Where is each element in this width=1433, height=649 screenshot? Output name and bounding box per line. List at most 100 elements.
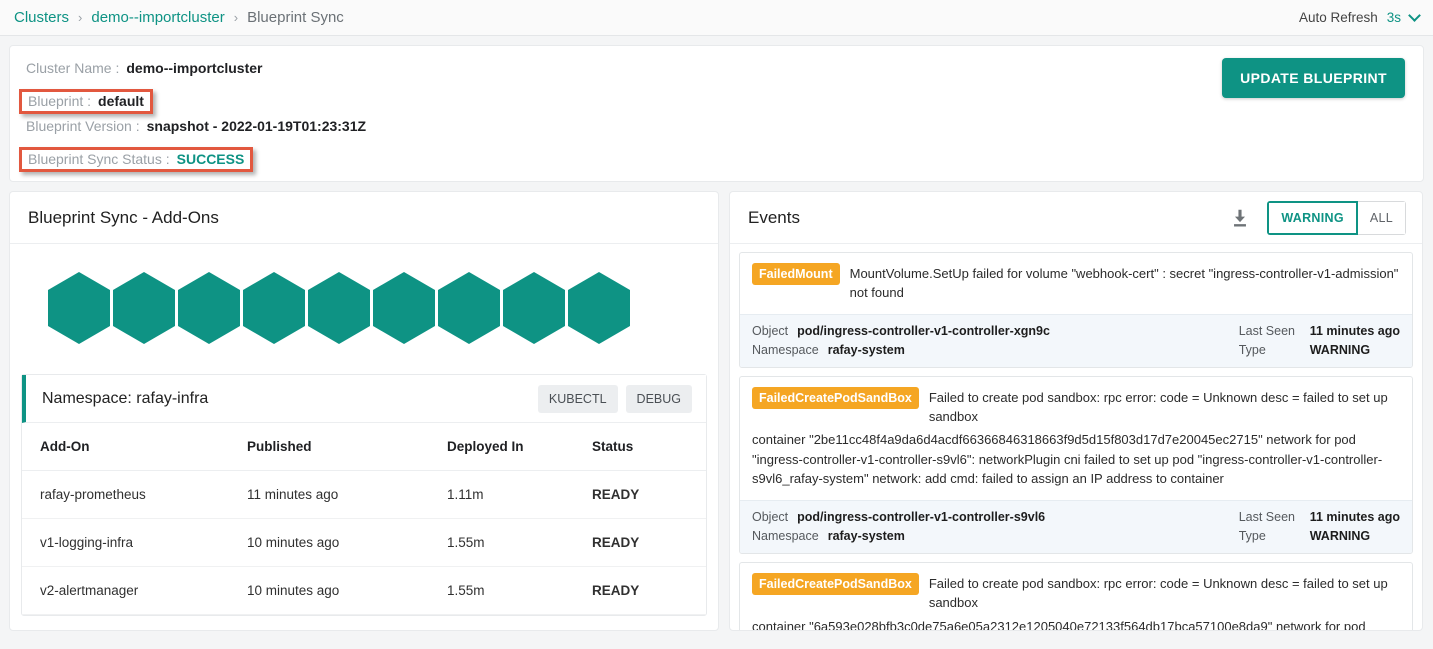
table-row[interactable]: v2-alertmanager 10 minutes ago 1.55m REA…	[22, 566, 706, 615]
breadcrumb: Clusters › demo--importcluster › Bluepri…	[14, 9, 344, 26]
namespace-title: Namespace: rafay-infra	[42, 389, 209, 407]
meta-label-last-seen: Last Seen	[1238, 509, 1295, 524]
hexagon-icon	[503, 272, 565, 344]
meta-label-last-seen: Last Seen	[1238, 323, 1295, 338]
event-message: Failed to create pod sandbox: rpc error:…	[928, 389, 1388, 424]
event-detail: container "2be11cc48f4a9da6d4acdf6636684…	[752, 432, 1383, 487]
kubectl-button[interactable]: KUBECTL	[537, 384, 618, 413]
event-metadata: Object pod/ingress-controller-v1-control…	[740, 313, 1412, 367]
addons-panel-title: Blueprint Sync - Add-Ons	[28, 207, 219, 227]
filter-warning-button[interactable]: WARNING	[1267, 200, 1358, 235]
cell-published: 10 minutes ago	[247, 518, 447, 567]
debug-button[interactable]: DEBUG	[625, 384, 692, 413]
cell-status: READY	[592, 566, 706, 615]
auto-refresh-control[interactable]: Auto Refresh 3s	[1298, 9, 1421, 25]
table-row[interactable]: rafay-prometheus 11 minutes ago 1.11m RE…	[22, 470, 706, 519]
filter-all-button[interactable]: ALL	[1357, 200, 1406, 235]
addon-hexagon-row	[10, 244, 718, 366]
meta-value-object: pod/ingress-controller-v1-controller-xgn…	[797, 323, 1050, 338]
cell-deployed-in: 1.11m	[447, 470, 592, 519]
auto-refresh-value[interactable]: 3s	[1387, 10, 1401, 25]
meta-label-namespace: Namespace	[752, 342, 819, 357]
auto-refresh-label: Auto Refresh	[1298, 10, 1378, 25]
meta-value-last-seen: 11 minutes ago	[1309, 509, 1400, 524]
blueprint-value: default	[98, 93, 144, 109]
events-panel: Events WARNING ALL FailedMount MountVolu…	[729, 191, 1423, 631]
cell-addon: v2-alertmanager	[22, 566, 247, 615]
cluster-name-row: Cluster Name : demo--importcluster	[26, 60, 1407, 89]
events-toolbar: WARNING ALL	[1229, 200, 1406, 235]
cell-deployed-in: 1.55m	[447, 518, 592, 567]
cluster-name-value: demo--importcluster	[126, 60, 263, 76]
cell-status: READY	[592, 470, 706, 519]
events-panel-header: Events WARNING ALL	[730, 192, 1422, 244]
events-filter-group: WARNING ALL	[1267, 200, 1406, 235]
namespace-block: Namespace: rafay-infra KUBECTL DEBUG Add…	[21, 374, 707, 616]
hexagon-icon	[568, 272, 630, 344]
hexagon-icon	[308, 272, 370, 344]
event-card[interactable]: FailedCreatePodSandBox Failed to create …	[739, 561, 1413, 630]
cell-published: 10 minutes ago	[247, 566, 447, 615]
blueprint-sync-status-row: Blueprint Sync Status : SUCCESS	[19, 147, 1407, 176]
table-header-row: Add-On Published Deployed In Status	[22, 423, 706, 471]
hexagon-icon	[438, 272, 500, 344]
event-reason-badge: FailedCreatePodSandBox	[752, 572, 919, 596]
hexagon-icon	[373, 272, 435, 344]
event-message: MountVolume.SetUp failed for volume "web…	[849, 266, 1399, 300]
blueprint-version-label: Blueprint Version :	[26, 118, 140, 134]
sync-status-annotation-box: Blueprint Sync Status : SUCCESS	[19, 147, 254, 172]
column-header-deployed-in: Deployed In	[447, 423, 592, 471]
meta-value-object: pod/ingress-controller-v1-controller-s9v…	[797, 509, 1046, 524]
table-row[interactable]: v1-logging-infra 10 minutes ago 1.55m RE…	[22, 518, 706, 567]
column-header-published: Published	[247, 423, 447, 471]
event-summary: FailedCreatePodSandBox Failed to create …	[740, 563, 1412, 630]
event-reason-badge: FailedMount	[752, 263, 840, 286]
hexagon-icon	[243, 272, 305, 344]
meta-value-namespace: rafay-system	[827, 342, 905, 357]
events-panel-title: Events	[748, 207, 800, 227]
breadcrumb-item-cluster[interactable]: demo--importcluster	[91, 9, 224, 26]
chevron-down-icon[interactable]	[1408, 9, 1421, 22]
download-icon[interactable]	[1229, 207, 1251, 229]
event-reason-badge: FailedCreatePodSandBox	[752, 386, 919, 410]
meta-value-namespace: rafay-system	[827, 528, 905, 543]
event-card[interactable]: FailedMount MountVolume.SetUp failed for…	[739, 252, 1413, 368]
namespace-header: Namespace: rafay-infra KUBECTL DEBUG	[22, 375, 706, 423]
blueprint-version-row: Blueprint Version : snapshot - 2022-01-1…	[26, 118, 1407, 147]
column-header-status: Status	[592, 423, 706, 471]
blueprint-annotation-box: Blueprint : default	[19, 89, 153, 114]
top-bar: Clusters › demo--importcluster › Bluepri…	[0, 0, 1433, 36]
event-summary: FailedCreatePodSandBox Failed to create …	[740, 377, 1412, 500]
blueprint-version-value: snapshot - 2022-01-19T01:23:31Z	[146, 118, 367, 134]
namespace-actions: KUBECTL DEBUG	[537, 384, 692, 413]
meta-label-object: Object	[752, 509, 789, 524]
blueprint-sync-addons-panel: Blueprint Sync - Add-Ons Namespace: rafa…	[9, 191, 719, 631]
blueprint-row: Blueprint : default	[19, 89, 1407, 118]
events-list[interactable]: FailedMount MountVolume.SetUp failed for…	[730, 244, 1422, 630]
breadcrumb-separator-icon: ›	[233, 10, 239, 25]
meta-value-type: WARNING	[1309, 528, 1371, 543]
addons-panel-header: Blueprint Sync - Add-Ons	[10, 192, 718, 244]
breadcrumb-item-current: Blueprint Sync	[247, 9, 344, 26]
update-blueprint-button[interactable]: UPDATE BLUEPRINT	[1222, 58, 1405, 98]
meta-label-object: Object	[752, 323, 789, 338]
addons-table: Add-On Published Deployed In Status rafa…	[22, 423, 706, 615]
meta-value-last-seen: 11 minutes ago	[1309, 323, 1400, 338]
cell-status: READY	[592, 518, 706, 567]
event-card[interactable]: FailedCreatePodSandBox Failed to create …	[739, 375, 1413, 554]
cell-published: 11 minutes ago	[247, 470, 447, 519]
blueprint-label: Blueprint :	[28, 93, 92, 109]
sync-status-label: Blueprint Sync Status :	[28, 151, 170, 167]
status-badge: SUCCESS	[176, 151, 245, 167]
cell-addon: v1-logging-infra	[22, 518, 247, 567]
cell-deployed-in: 1.55m	[447, 566, 592, 615]
column-header-addon: Add-On	[22, 423, 247, 471]
event-message: Failed to create pod sandbox: rpc error:…	[928, 575, 1388, 610]
event-detail: container "6a593e028bfb3c0de75a6e05a2312…	[752, 618, 1366, 630]
breadcrumb-item-clusters[interactable]: Clusters	[14, 9, 69, 26]
hexagon-icon	[178, 272, 240, 344]
hexagon-icon	[48, 272, 110, 344]
meta-label-namespace: Namespace	[752, 528, 819, 543]
hexagon-icon	[113, 272, 175, 344]
cluster-info-card: Cluster Name : demo--importcluster Bluep…	[9, 45, 1424, 182]
